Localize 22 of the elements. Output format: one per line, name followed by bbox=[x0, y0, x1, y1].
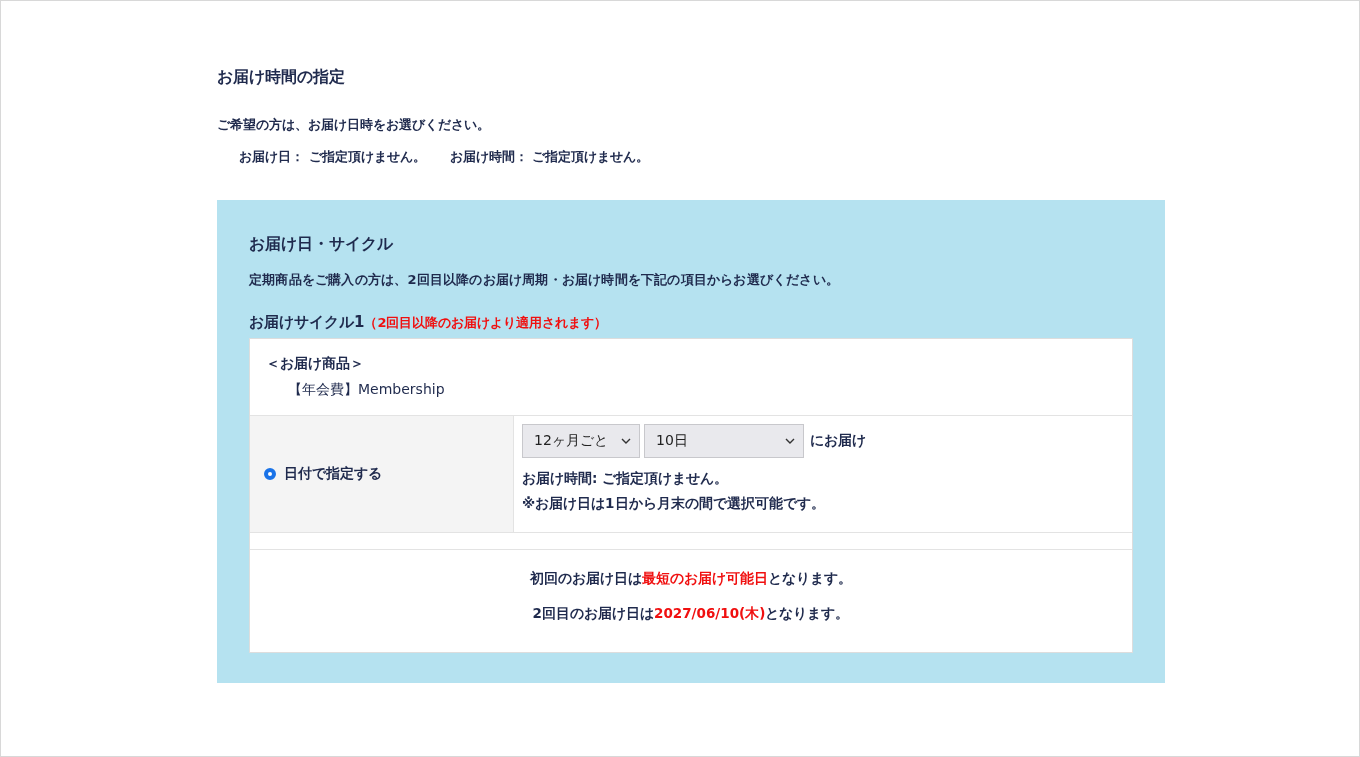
time-note: お届け時間: ご指定頂けません。 bbox=[522, 470, 730, 488]
option-label: 日付で指定する bbox=[284, 465, 382, 483]
chevron-down-icon bbox=[785, 438, 795, 444]
interval-select[interactable]: 12ヶ月ごと bbox=[522, 424, 640, 458]
products-heading: ＜お届け商品＞ bbox=[266, 355, 365, 373]
day-select[interactable]: 10日 bbox=[644, 424, 804, 458]
delivery-date-note: 初回のお届け日は最短のお届け可能日 となります。 bbox=[529, 570, 853, 588]
panel-description: 定期商品をご購入の方は、2回目以降のお届け周期・お届け時間を下記の項目からお選びください。 bbox=[249, 271, 841, 289]
delivery-summary: お届け時間： ご指定頂けません。 bbox=[449, 148, 650, 166]
chevron-down-icon bbox=[621, 438, 631, 444]
range-note: ※お届け日は1日から月末の間で選択可能です。 bbox=[522, 495, 826, 513]
intro-text: ご希望の方は、お届け日時をお選びください。 bbox=[217, 116, 491, 134]
delivery-date-note: 2回目のお届け日は2027/06/10(木)となります。 bbox=[531, 605, 851, 623]
radio-button[interactable] bbox=[264, 468, 276, 480]
select-suffix: にお届け bbox=[810, 432, 866, 450]
section-heading: お届け時間の指定 bbox=[217, 67, 346, 88]
date-option[interactable]: 日付で指定する bbox=[250, 416, 514, 532]
delivery-summary: お届け日： ご指定頂けません。 bbox=[239, 148, 426, 166]
panel-title: お届け日・サイクル bbox=[249, 234, 394, 255]
cycle-note: （2回目以降のお届けより適用されます） bbox=[364, 314, 608, 332]
product-name: 【年会費】Membership bbox=[287, 381, 446, 399]
cycle-label: お届けサイクル1 bbox=[249, 313, 365, 332]
